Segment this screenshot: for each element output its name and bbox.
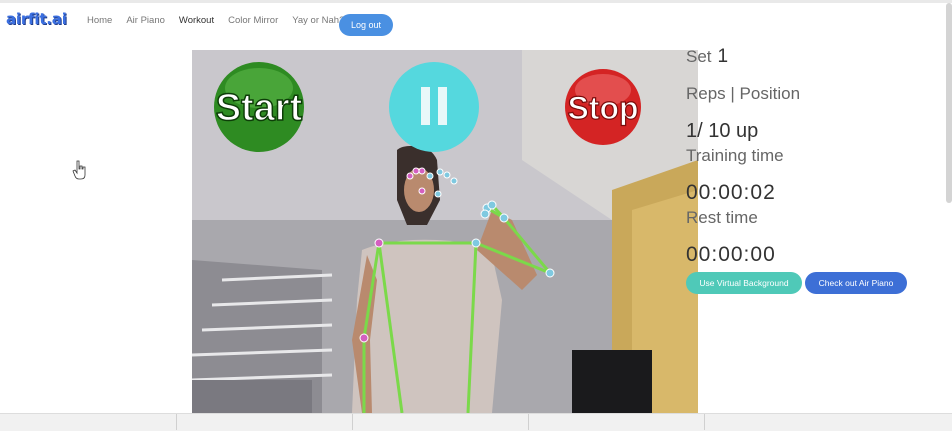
- rest-time-value: 00:00:00: [686, 243, 776, 266]
- rest-time-label: Rest time: [686, 208, 758, 227]
- stop-label: Stop: [567, 90, 638, 126]
- start-button[interactable]: Start: [214, 62, 304, 152]
- logout-button[interactable]: Log out: [339, 14, 393, 36]
- reps-label: Reps | Position: [686, 84, 801, 103]
- nav-link-workout[interactable]: Workout: [179, 15, 214, 26]
- bottom-bar: [0, 413, 952, 431]
- nav-link-home[interactable]: Home: [87, 15, 112, 26]
- hand-cursor-icon: [72, 160, 86, 180]
- nav-links: Home Air Piano Workout Color Mirror Yay …: [87, 15, 358, 26]
- pause-icon: [421, 87, 430, 125]
- training-time-value: 00:00:02: [686, 181, 776, 204]
- start-label: Start: [216, 87, 303, 129]
- nav-link-yay-or-nah[interactable]: Yay or Nah?: [292, 15, 344, 26]
- reps-value: 1/ 10 up: [686, 120, 759, 142]
- webcam-video: Start Stop: [192, 50, 698, 413]
- set-label: Set: [686, 47, 712, 66]
- bottom-divider: [704, 414, 705, 430]
- scrollbar[interactable]: [946, 3, 952, 203]
- bottom-divider: [528, 414, 529, 430]
- nav-link-color-mirror[interactable]: Color Mirror: [228, 15, 278, 26]
- pause-button[interactable]: [389, 62, 479, 152]
- virtual-background-button[interactable]: Use Virtual Background: [686, 272, 802, 294]
- brand-logo[interactable]: airfit.ai: [6, 10, 67, 28]
- set-value: 1: [717, 46, 729, 67]
- bottom-divider: [352, 414, 353, 430]
- nav-link-air-piano[interactable]: Air Piano: [126, 15, 165, 26]
- bottom-divider: [176, 414, 177, 430]
- navbar: airfit.ai Home Air Piano Workout Color M…: [0, 3, 952, 41]
- air-piano-button[interactable]: Check out Air Piano: [805, 272, 907, 294]
- stop-button[interactable]: Stop: [565, 69, 641, 145]
- training-time-label: Training time: [686, 146, 784, 165]
- set-indicator: Set 1: [686, 46, 728, 68]
